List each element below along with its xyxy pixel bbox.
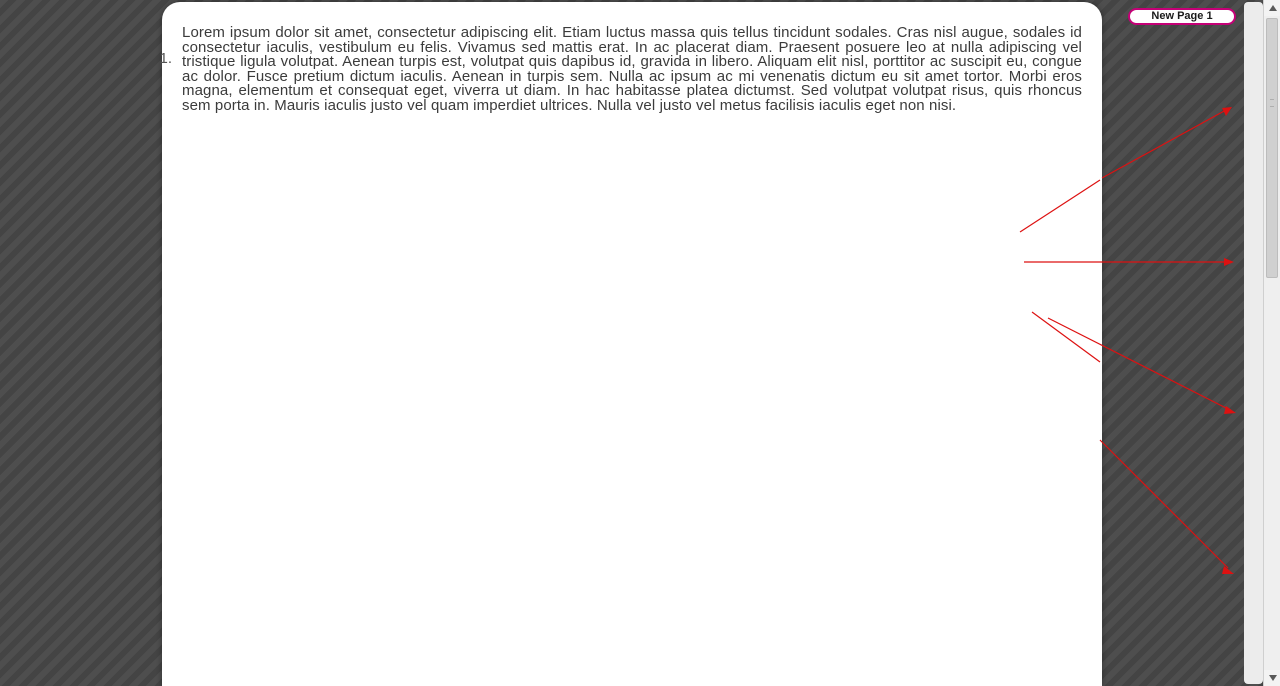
arrow-head-icon: [1222, 566, 1234, 574]
new-page-label: New Page 1: [1151, 11, 1212, 22]
chevron-down-icon: [1269, 675, 1277, 681]
page-content: 1. Lorem ipsum dolor sit amet, consectet…: [182, 26, 1082, 113]
scrollbar-thumb[interactable]: [1266, 18, 1278, 278]
document-page[interactable]: 1. Lorem ipsum dolor sit amet, consectet…: [162, 2, 1102, 686]
arrow-head-icon: [1224, 406, 1236, 414]
scrollbar-grip-icon: [1270, 99, 1274, 107]
arrow-line: [1102, 110, 1226, 178]
rail-divider: [1244, 347, 1263, 355]
rail-divider: [1244, 172, 1263, 180]
list-number: 1.: [152, 50, 172, 67]
scroll-up-button[interactable]: [1264, 0, 1280, 16]
rail-divider: [1244, 520, 1263, 528]
scroll-down-button[interactable]: [1264, 670, 1280, 686]
page-thumbnail-rail[interactable]: [1244, 2, 1263, 684]
vertical-scrollbar[interactable]: [1263, 0, 1280, 686]
arrow-head-icon: [1222, 107, 1232, 116]
document-body-text[interactable]: Lorem ipsum dolor sit amet, consectetur …: [182, 26, 1082, 113]
arrow-line: [1100, 440, 1228, 568]
chevron-up-icon: [1269, 5, 1277, 11]
arrow-head-icon: [1224, 258, 1234, 266]
new-page-button[interactable]: New Page 1: [1128, 8, 1236, 25]
